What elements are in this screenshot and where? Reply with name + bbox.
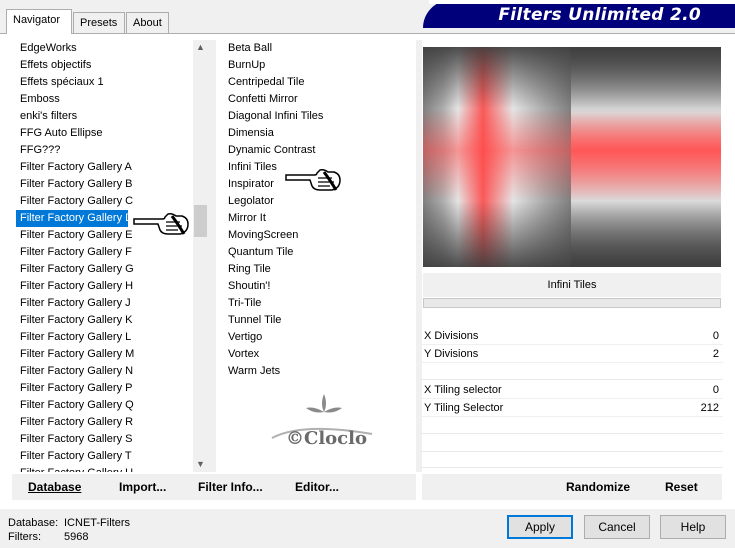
param-label: Y Divisions	[424, 348, 479, 360]
param-value: 2	[712, 348, 719, 360]
filters-count: 5968	[64, 531, 89, 543]
category-item[interactable]: FFG Auto Ellipse	[16, 125, 192, 142]
filter-item[interactable]: Legolator	[224, 193, 414, 210]
filter-item[interactable]: Shoutin'!	[224, 278, 414, 295]
tab-bar: Navigator Presets About Filters Unlimite…	[0, 0, 735, 34]
database-label: Database:	[8, 517, 59, 529]
filter-info-bar	[423, 298, 721, 308]
category-item[interactable]: Filter Factory Gallery K	[16, 312, 192, 329]
param-value: 0	[712, 330, 719, 342]
filter-item[interactable]: Tunnel Tile	[224, 312, 414, 329]
database-button[interactable]: Database	[28, 480, 81, 494]
reset-button[interactable]: Reset	[665, 480, 698, 494]
param-x-tiling-selector[interactable]: X Tiling selector 0	[421, 382, 723, 399]
category-item[interactable]: Filter Factory Gallery T	[16, 448, 192, 465]
current-filter-name: Infini Tiles	[423, 273, 721, 297]
filter-item[interactable]: Diagonal Infini Tiles	[224, 108, 414, 125]
category-item[interactable]: Filter Factory Gallery B	[16, 176, 192, 193]
filter-item[interactable]: Ring Tile	[224, 261, 414, 278]
filter-item[interactable]: Dynamic Contrast	[224, 142, 414, 159]
category-item[interactable]: Filter Factory Gallery F	[16, 244, 192, 261]
filter-item[interactable]: Centripedal Tile	[224, 74, 414, 91]
category-item[interactable]: Filter Factory Gallery A	[16, 159, 192, 176]
param-y-tiling-selector[interactable]: Y Tiling Selector 212	[421, 400, 723, 417]
category-item[interactable]: Filter Factory Gallery U	[16, 465, 192, 472]
filter-item[interactable]: Mirror It	[224, 210, 414, 227]
category-scrollbar[interactable]: ▲ ▼	[193, 40, 208, 472]
param-value: 0	[712, 384, 719, 396]
filter-item[interactable]: Quantum Tile	[224, 244, 414, 261]
category-item[interactable]: FFG???	[16, 142, 192, 159]
list-divider	[208, 40, 216, 472]
tab-navigator[interactable]: Navigator	[6, 9, 72, 34]
filter-item[interactable]: Dimensia	[224, 125, 414, 142]
category-list[interactable]: EdgeWorks Effets objectifs Effets spéciaux…	[16, 40, 192, 472]
category-item[interactable]: Effets spéciaux 1	[16, 74, 192, 91]
status-area: Database: ICNET-Filters Filters: 5968	[8, 516, 130, 544]
category-item[interactable]: Filter Factory Gallery Q	[16, 397, 192, 414]
param-empty-row	[421, 418, 723, 434]
param-empty-row	[421, 452, 723, 468]
cloclo-watermark: ©Cloclo	[271, 394, 373, 449]
scroll-up-icon[interactable]: ▲	[193, 40, 208, 55]
filters-label: Filters:	[8, 531, 41, 543]
category-item[interactable]: Filter Factory Gallery L	[16, 329, 192, 346]
category-item[interactable]: enki's filters	[16, 108, 192, 125]
filter-item[interactable]: Confetti Mirror	[224, 91, 414, 108]
category-item[interactable]: Filter Factory Gallery G	[16, 261, 192, 278]
category-item[interactable]: Filter Factory Gallery C	[16, 193, 192, 210]
category-item[interactable]: Filter Factory Gallery R	[16, 414, 192, 431]
import-button[interactable]: Import...	[119, 480, 166, 494]
navigator-actions: Database Import... Filter Info... Editor…	[12, 474, 416, 500]
param-empty-row	[421, 364, 723, 380]
param-label: X Divisions	[424, 330, 479, 342]
database-value: ICNET-Filters	[64, 517, 130, 529]
param-value: 212	[700, 402, 719, 414]
filter-item[interactable]: Beta Ball	[224, 40, 414, 57]
param-label: X Tiling selector	[424, 384, 502, 396]
title-banner: Filters Unlimited 2.0	[423, 0, 735, 28]
tab-about[interactable]: About	[126, 12, 169, 33]
preview-actions: Randomize Reset	[422, 474, 722, 500]
filter-item[interactable]: Vertigo	[224, 329, 414, 346]
category-item[interactable]: Effets objectifs	[16, 57, 192, 74]
watermark-text: ©Cloclo	[286, 428, 367, 449]
category-item[interactable]: Filter Factory Gallery H	[16, 278, 192, 295]
parameter-panel: X Divisions 0 Y Divisions 2 X Tiling sel…	[421, 320, 723, 470]
tab-presets[interactable]: Presets	[73, 12, 125, 33]
param-y-divisions[interactable]: Y Divisions 2	[421, 346, 723, 363]
apply-button[interactable]: Apply	[507, 515, 573, 539]
pointing-hand-icon	[285, 169, 341, 191]
help-button[interactable]: Help	[660, 515, 726, 539]
scroll-down-icon[interactable]: ▼	[193, 457, 208, 472]
category-item[interactable]: Emboss	[16, 91, 192, 108]
filter-item[interactable]: BurnUp	[224, 57, 414, 74]
category-item[interactable]: Filter Factory Gallery S	[16, 431, 192, 448]
filter-info-button[interactable]: Filter Info...	[198, 480, 263, 494]
category-item[interactable]: Filter Factory Gallery P	[16, 380, 192, 397]
param-empty-row	[421, 436, 723, 452]
category-item[interactable]: Filter Factory Gallery N	[16, 363, 192, 380]
category-item[interactable]: EdgeWorks	[16, 40, 192, 57]
pointing-hand-icon	[133, 213, 189, 235]
app-title: Filters Unlimited 2.0	[498, 5, 701, 25]
param-x-divisions[interactable]: X Divisions 0	[421, 328, 723, 345]
cancel-button[interactable]: Cancel	[584, 515, 650, 539]
randomize-button[interactable]: Randomize	[566, 480, 630, 494]
scroll-thumb[interactable]	[194, 205, 207, 237]
param-label: Y Tiling Selector	[424, 402, 504, 414]
filter-item[interactable]: Vortex	[224, 346, 414, 363]
filter-item[interactable]: Tri-Tile	[224, 295, 414, 312]
category-item[interactable]: Filter Factory Gallery D	[16, 210, 133, 227]
filter-item[interactable]: Warm Jets	[224, 363, 414, 380]
filter-item[interactable]: MovingScreen	[224, 227, 414, 244]
category-item[interactable]: Filter Factory Gallery M	[16, 346, 192, 363]
preview-shading	[423, 47, 721, 267]
filter-preview	[423, 47, 721, 267]
editor-button[interactable]: Editor...	[295, 480, 339, 494]
category-item[interactable]: Filter Factory Gallery J	[16, 295, 192, 312]
